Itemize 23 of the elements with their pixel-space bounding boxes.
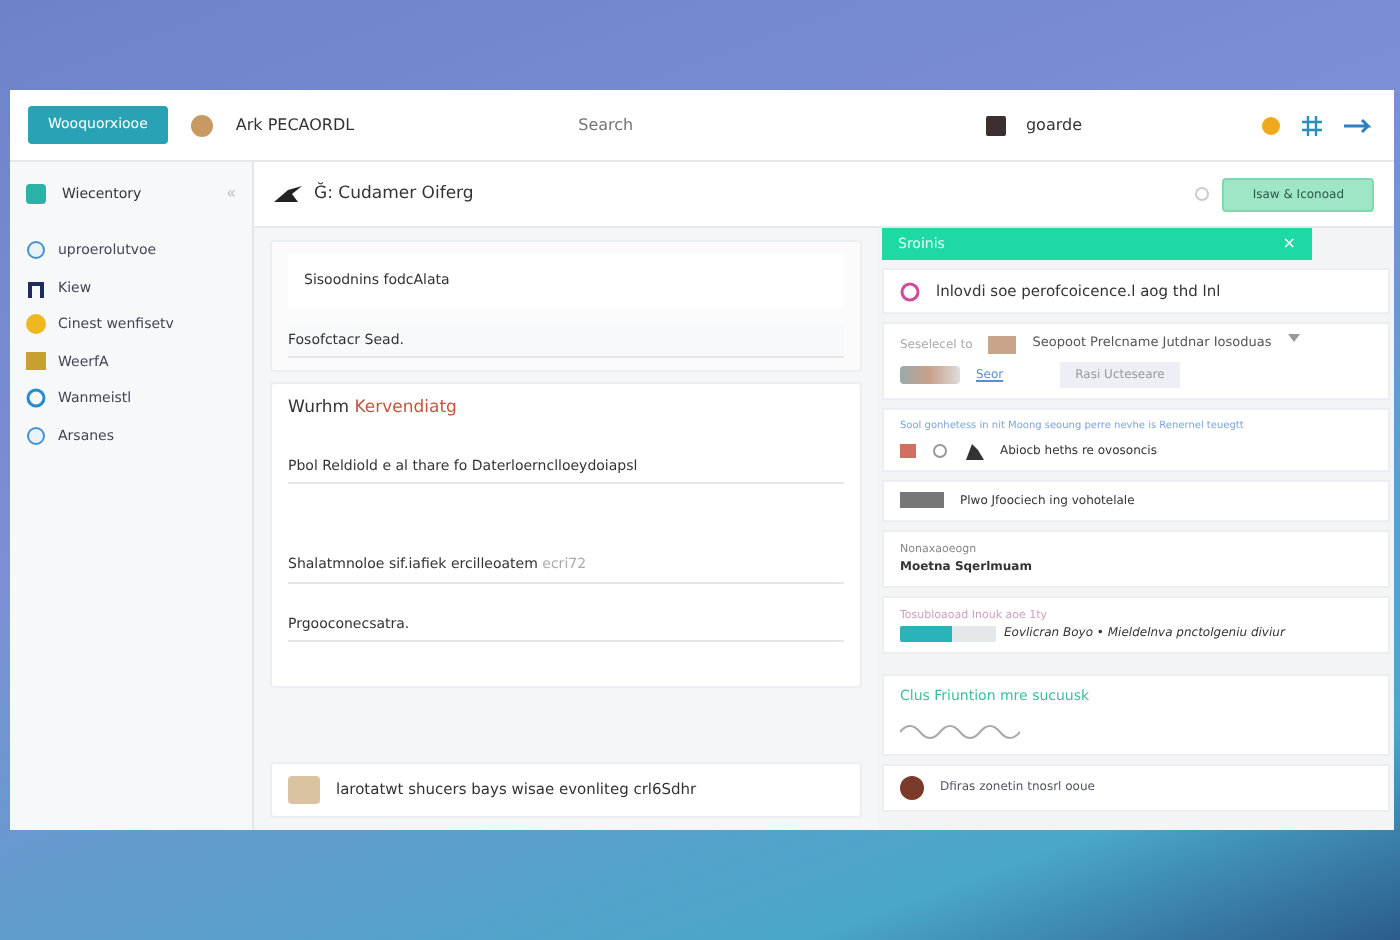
image-strip [900,366,960,384]
arch-icon [26,277,46,298]
user-icon [985,115,1006,135]
avatar-icon [900,775,924,799]
account-name: Ark PECAORDL [235,113,355,137]
caret-icon [1287,334,1300,343]
circle-icon [26,425,46,446]
search-field[interactable]: Search [574,111,815,139]
coin-icon[interactable] [1262,113,1280,137]
section-heading: Wurhm Kervendiatg [288,396,459,422]
coin-icon [26,314,46,335]
photo-placeholder [288,776,320,804]
grid-icon[interactable] [1300,115,1324,135]
attachment-badge [900,492,944,508]
page-title: Ğ: Cudamer Oiferg [314,181,474,207]
circle-icon [26,240,46,261]
photo-placeholder [988,335,1017,354]
avatar-icon [187,113,216,137]
arrow-icon[interactable] [1344,117,1376,133]
user-name: goarde [1025,113,1082,137]
box-icon [26,351,46,372]
inventory-icon [26,184,46,204]
image-icon [900,443,916,457]
